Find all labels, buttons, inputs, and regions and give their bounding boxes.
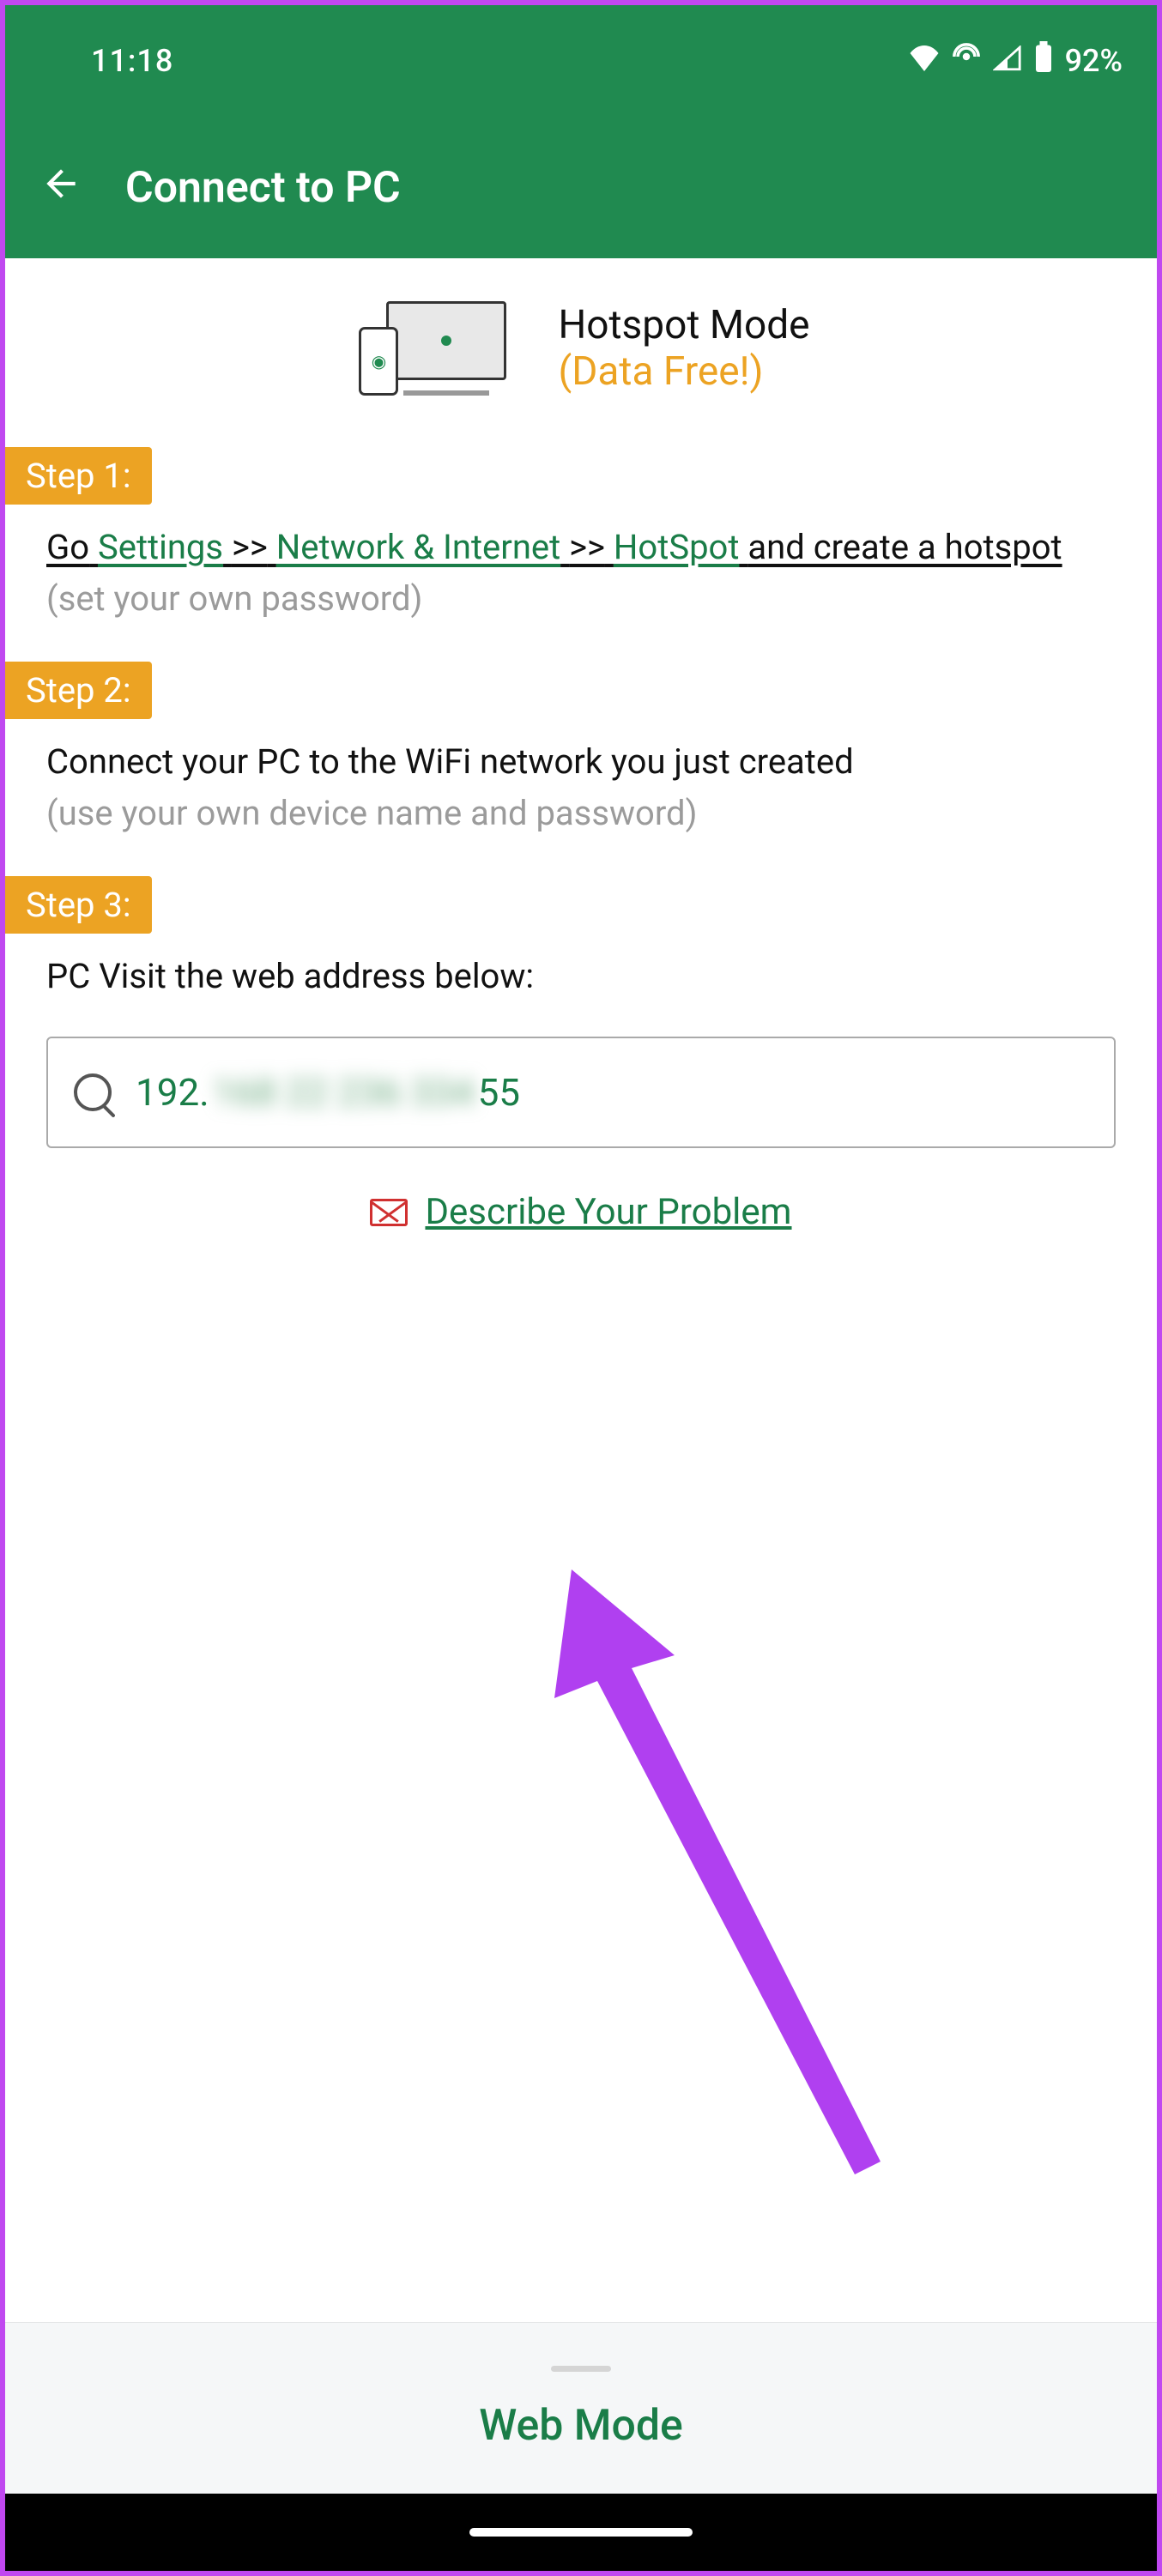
step-2-hint: (use your own device name and password)	[5, 788, 1157, 842]
bottom-sheet[interactable]: Web Mode	[5, 2322, 1157, 2494]
settings-link[interactable]: Settings	[98, 527, 223, 567]
step-1-tail: and create a hotspot	[747, 527, 1062, 567]
navigation-bar	[5, 2494, 1157, 2571]
content: ◉ Hotspot Mode (Data Free!) Step 1: Go S…	[5, 258, 1157, 2322]
status-icons: 92%	[909, 41, 1123, 81]
battery-icon	[1034, 41, 1053, 81]
step-1-label: Step 1:	[5, 447, 152, 505]
battery-text: 92%	[1065, 43, 1123, 79]
envelope-icon	[370, 1199, 408, 1226]
step-3-label: Step 3:	[5, 876, 152, 934]
app-bar: Connect to PC	[5, 117, 1157, 258]
hotspot-mode-title: Hotspot Mode	[558, 302, 809, 348]
hotspot-mode-subtitle: (Data Free!)	[558, 348, 809, 395]
step-3-body: PC Visit the web address below:	[5, 951, 1157, 1002]
annotation-arrow-icon	[520, 1535, 966, 2239]
ip-address: 192. 168 22 236 334 55	[136, 1070, 520, 1115]
status-time: 11:18	[91, 43, 173, 79]
separator: >>	[232, 527, 268, 567]
wifi-icon	[909, 42, 940, 80]
address-box[interactable]: 192. 168 22 236 334 55	[46, 1037, 1116, 1148]
step-1: Step 1: Go Settings >> Network & Interne…	[5, 447, 1157, 627]
separator: >>	[569, 527, 605, 567]
address-suffix: 55	[478, 1070, 520, 1115]
address-prefix: 192.	[136, 1070, 209, 1115]
step-1-hint: (set your own password)	[5, 573, 1157, 627]
hotspot-header: ◉ Hotspot Mode (Data Free!)	[5, 258, 1157, 447]
page-title: Connect to PC	[125, 163, 401, 213]
describe-problem-link[interactable]: Describe Your Problem	[425, 1191, 791, 1233]
hotspot-link[interactable]: HotSpot	[614, 527, 740, 567]
address-blurred: 168 22 236 334	[213, 1070, 475, 1115]
drag-handle-icon[interactable]	[551, 2366, 611, 2372]
network-internet-link[interactable]: Network & Internet	[276, 527, 560, 567]
step-2-label: Step 2:	[5, 662, 152, 719]
search-icon	[74, 1073, 112, 1111]
step-1-go: Go	[46, 527, 89, 567]
hotspot-illustration-icon: ◉	[352, 301, 506, 396]
describe-row: Describe Your Problem	[5, 1191, 1157, 1233]
home-indicator-icon[interactable]	[469, 2528, 693, 2537]
step-2: Step 2: Connect your PC to the WiFi netw…	[5, 662, 1157, 842]
signal-icon	[993, 42, 1022, 80]
status-bar: 11:18 92%	[5, 5, 1157, 117]
web-mode-label: Web Mode	[479, 2401, 683, 2451]
step-2-body: Connect your PC to the WiFi network you …	[5, 736, 1157, 788]
step-3: Step 3: PC Visit the web address below:	[5, 876, 1157, 1002]
back-icon[interactable]	[39, 162, 82, 213]
hotspot-indicator-icon	[952, 42, 981, 80]
